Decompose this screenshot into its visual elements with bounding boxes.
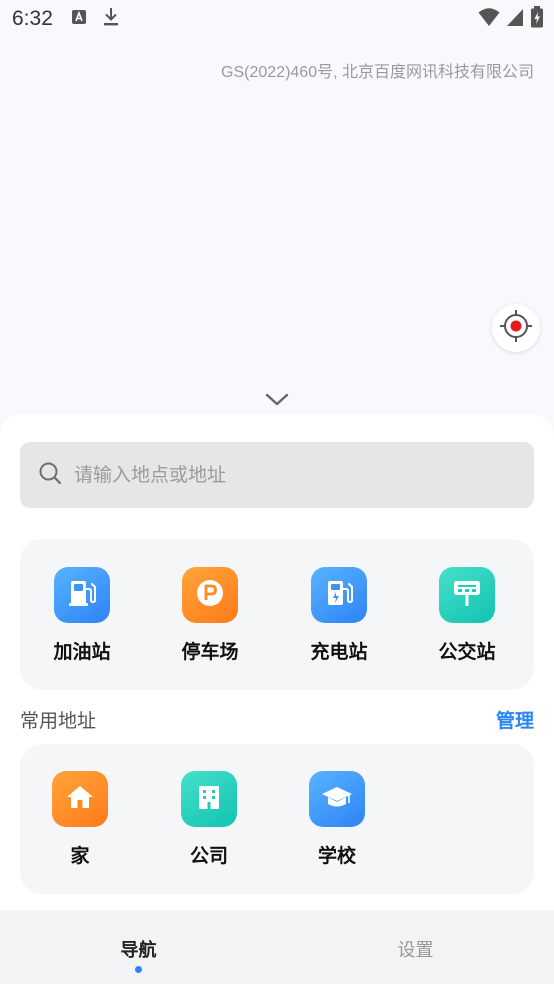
collapse-sheet-button[interactable] xyxy=(264,392,290,410)
chevron-down-icon xyxy=(265,392,289,411)
favorites-card: 家 公司 学校 xyxy=(20,744,534,894)
status-bar: 6:32 xyxy=(0,0,554,38)
fuel-pump-icon xyxy=(66,577,98,613)
map-view[interactable]: GS(2022)460号, 北京百度网讯科技有限公司 xyxy=(0,38,554,418)
tab-label: 导航 xyxy=(120,940,157,961)
bus-stop-icon xyxy=(451,577,483,613)
favorite-label: 公司 xyxy=(189,845,228,867)
bottom-tab-bar: 导航 设置 xyxy=(0,910,554,984)
search-icon xyxy=(38,461,62,489)
favorites-header: 常用地址 管理 xyxy=(20,704,534,734)
poi-label: 充电站 xyxy=(310,641,368,663)
locate-button[interactable] xyxy=(492,304,540,352)
poi-item-bus-stop[interactable]: 公交站 xyxy=(417,567,517,664)
manage-button[interactable]: 管理 xyxy=(496,706,534,733)
home-icon xyxy=(65,782,95,816)
favorite-label: 家 xyxy=(70,845,90,867)
office-building-icon xyxy=(194,782,224,816)
poi-label: 公交站 xyxy=(438,641,496,663)
signal-icon xyxy=(506,7,524,31)
favorites-title: 常用地址 xyxy=(20,709,97,732)
poi-item-gas-station[interactable]: 加油站 xyxy=(32,567,132,664)
poi-label: 停车场 xyxy=(181,641,239,663)
bottom-sheet: 加油站 停车场 xyxy=(0,414,554,910)
poi-item-parking[interactable]: 停车场 xyxy=(160,567,260,664)
locate-icon xyxy=(499,309,533,347)
favorite-item-school[interactable]: 学校 xyxy=(287,771,387,868)
favorite-label: 学校 xyxy=(317,845,356,867)
download-icon xyxy=(103,7,119,31)
search-input[interactable] xyxy=(74,464,494,486)
charging-station-icon xyxy=(323,577,355,613)
tab-settings[interactable]: 设置 xyxy=(277,910,554,984)
status-time: 6:32 xyxy=(12,7,53,30)
search-bar[interactable] xyxy=(20,442,534,508)
wifi-icon xyxy=(478,7,500,31)
favorite-item-company[interactable]: 公司 xyxy=(159,771,259,868)
font-download-icon xyxy=(71,9,87,29)
tab-navigation[interactable]: 导航 xyxy=(0,910,277,984)
poi-label: 加油站 xyxy=(53,641,111,663)
map-copyright: GS(2022)460号, 北京百度网讯科技有限公司 xyxy=(221,64,534,81)
battery-icon xyxy=(530,6,544,32)
poi-category-card: 加油站 停车场 充电站 公交站 xyxy=(20,539,534,690)
graduation-cap-icon xyxy=(321,782,353,816)
poi-item-charging-station[interactable]: 充电站 xyxy=(289,567,389,664)
active-tab-indicator xyxy=(135,966,142,973)
parking-icon xyxy=(194,577,226,613)
favorite-item-home[interactable]: 家 xyxy=(30,771,130,868)
tab-label: 设置 xyxy=(397,940,434,961)
